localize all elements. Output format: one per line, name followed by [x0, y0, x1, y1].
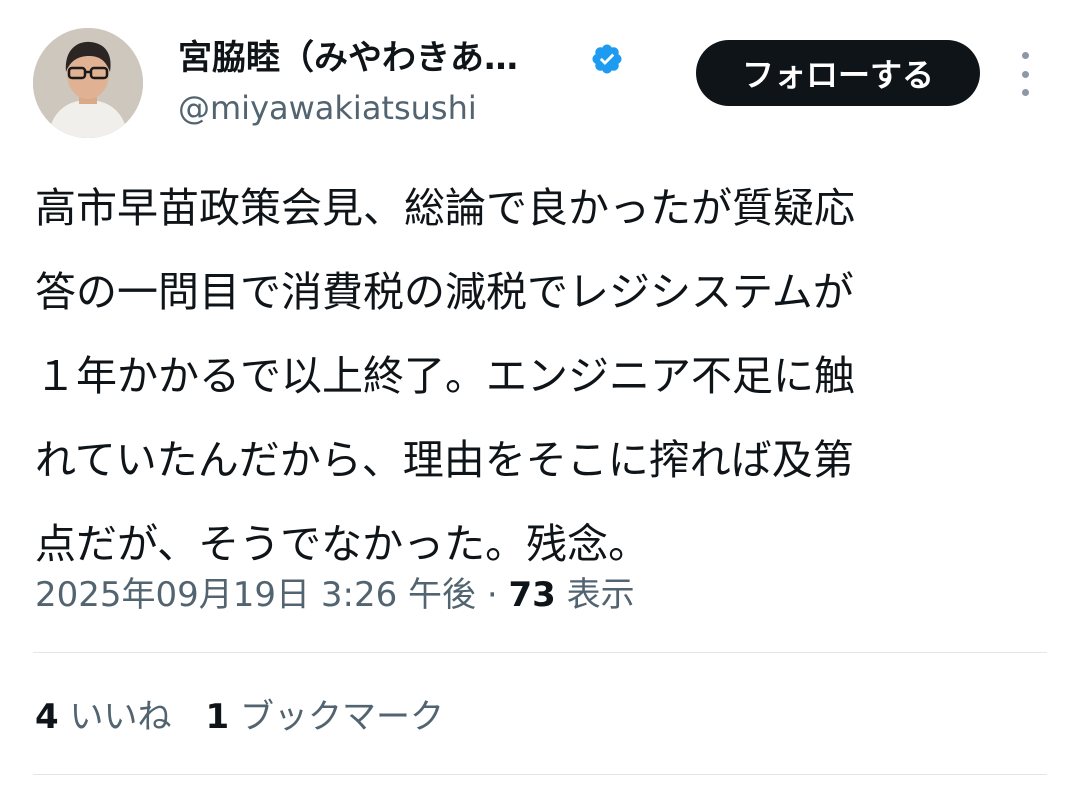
divider [33, 652, 1047, 653]
tweet-text-line: 高市早苗政策会見、総論で良かったが質疑応 [35, 184, 855, 232]
timestamp-link[interactable]: 2025年09月19日 3:26 午後 [35, 575, 476, 615]
more-dot [1021, 89, 1029, 96]
more-dot [1021, 52, 1029, 59]
tweet-text: 高市早苗政策会見、総論で良かったが質疑応 答の一問目で消費税の減税でレジシステム… [35, 166, 1045, 586]
likes-stat[interactable]: 4 いいね [35, 690, 171, 744]
tweet-text-line: １年かかるで以上終了。エンジニア不足に触 [35, 352, 855, 400]
likes-label: いいね [69, 697, 172, 737]
follow-button[interactable]: フォローする [696, 40, 980, 106]
likes-count: 4 [35, 697, 59, 737]
views-count: 73 [508, 575, 556, 615]
verified-badge-icon[interactable] [590, 42, 624, 76]
tweet-meta: 2025年09月19日 3:26 午後 · 73 表示 [35, 570, 635, 620]
more-options-icon[interactable] [1010, 52, 1040, 96]
author-handle[interactable]: @miyawakiatsushi [178, 88, 477, 128]
author-display-name[interactable]: 宮脇睦（みやわきあ… [178, 36, 518, 80]
tweet-text-line: 答の一問目で消費税の減税でレジシステムが [35, 268, 854, 316]
avatar[interactable] [33, 28, 143, 138]
engagement-stats: 4 いいね 1 ブックマーク [35, 690, 444, 744]
more-dot [1021, 70, 1029, 78]
bookmarks-stat[interactable]: 1 ブックマーク [205, 690, 443, 744]
views-label: 表示 [566, 575, 635, 615]
meta-separator: · [486, 575, 498, 615]
bookmarks-label: ブックマーク [239, 697, 444, 737]
divider [33, 774, 1047, 775]
tweet-text-line: れていたんだから、理由をそこに搾れば及第 [35, 436, 854, 484]
bookmarks-count: 1 [205, 697, 230, 737]
avatar-photo [33, 28, 143, 138]
